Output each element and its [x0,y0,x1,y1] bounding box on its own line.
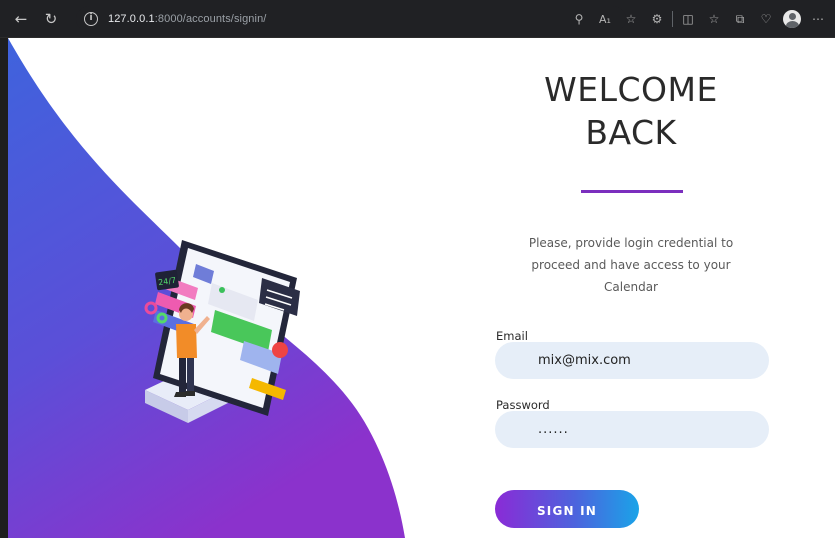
browser-actions: ⚲ A₁ ☆ ⚙ ◫ ☆ ⧉ ♡ ⋯ [566,6,831,32]
info-icon[interactable]: i [84,12,98,26]
extension-icon[interactable]: ⚙ [644,6,670,32]
profile-icon [783,10,801,28]
reload-icon[interactable]: ↻ [38,6,64,32]
address-bar[interactable]: i 127.0.0.1:8000/accounts/signin/ [76,6,626,32]
browser-essentials-icon[interactable]: ♡ [753,6,779,32]
favorites-icon[interactable]: ☆ [701,6,727,32]
password-label: Password [496,398,550,412]
title-line-welcome: WELCOME [544,70,718,109]
signin-page: 24/7 WELCOME BACK Please, provide login … [0,38,835,538]
url-host: 127.0.0.1 [108,13,155,25]
collections-icon[interactable]: ⧉ [727,6,753,32]
page-title: WELCOME BACK [480,68,782,154]
read-aloud-icon[interactable]: A₁ [592,6,618,32]
email-label: Email [496,329,528,343]
title-line-back: BACK [585,113,677,152]
browser-toolbar: ← ↻ i 127.0.0.1:8000/accounts/signin/ ⚲ … [0,0,835,38]
toolbar-divider [672,11,673,27]
back-arrow-icon[interactable]: ← [8,6,34,32]
gradient-wave-background: 24/7 [0,38,405,538]
title-divider [581,190,683,193]
url-text[interactable]: 127.0.0.1:8000/accounts/signin/ [108,13,266,25]
sign-in-button[interactable]: SIGN IN [495,490,639,528]
key-icon[interactable]: ⚲ [566,6,592,32]
intro-text: Please, provide login credential to proc… [528,236,734,294]
favorite-star-icon[interactable]: ☆ [618,6,644,32]
more-icon[interactable]: ⋯ [805,6,831,32]
profile-button[interactable] [779,6,805,32]
password-field[interactable] [495,411,769,448]
signin-form-panel: WELCOME BACK Please, provide login crede… [480,38,800,538]
email-field[interactable] [495,342,769,379]
split-screen-icon[interactable]: ◫ [675,6,701,32]
url-path: :8000/accounts/signin/ [154,13,267,25]
illustration-panel: 24/7 [0,38,440,538]
